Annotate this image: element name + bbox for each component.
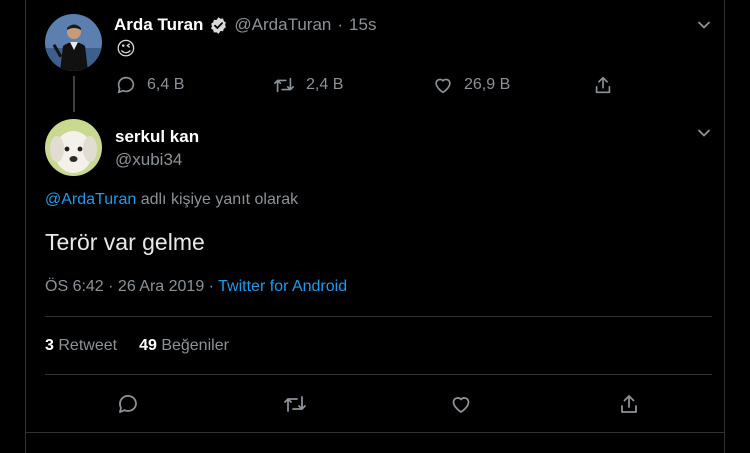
header-separator: ·	[337, 15, 344, 34]
like-stat[interactable]: 49 Beğeniler	[139, 337, 229, 355]
divider	[45, 374, 712, 375]
reply-count: 6,4 B	[147, 76, 185, 93]
divider	[45, 316, 712, 317]
retweet-icon	[272, 74, 296, 96]
timeline-column	[25, 0, 725, 453]
like-action[interactable]: 26,9 B	[432, 74, 510, 96]
share-icon	[617, 392, 641, 416]
verified-badge-icon	[209, 16, 228, 35]
retweet-action-button[interactable]	[282, 392, 308, 416]
replying-to-label: adlı kişiye yanıt olarak	[140, 191, 299, 208]
author-handle[interactable]: @ArdaTuran	[234, 15, 331, 35]
reply-author-name[interactable]: serkul kan	[115, 127, 199, 147]
share-action-button[interactable]	[617, 392, 641, 416]
bottom-divider	[25, 432, 725, 433]
heart-icon	[432, 74, 454, 96]
reply-author-handle[interactable]: @xubi34	[115, 150, 182, 170]
retweet-icon	[282, 392, 308, 416]
like-count: 26,9 B	[464, 76, 511, 93]
retweet-action[interactable]: 2,4 B	[272, 74, 343, 96]
reply-more-options-chevron-down-icon[interactable]	[696, 125, 712, 141]
thread-connector-line	[73, 76, 75, 112]
tweet-text: 😉	[116, 39, 136, 60]
retweet-stat[interactable]: 3 Retweet	[45, 337, 117, 355]
tweet-time[interactable]: 15s	[349, 15, 376, 35]
replying-to-line: @ArdaTuran adlı kişiye yanıt olarak	[45, 191, 298, 209]
retweet-count: 2,4 B	[306, 76, 344, 93]
tweet-source-link[interactable]: Twitter for Android	[218, 278, 347, 295]
tweet-meta-line: ÖS 6:42 · 26 Ara 2019 · Twitter for Andr…	[45, 278, 347, 296]
tweet-timestamp[interactable]: ÖS 6:42 · 26 Ara 2019 ·	[45, 278, 218, 295]
heart-icon	[449, 392, 473, 416]
author-name[interactable]: Arda Turan	[114, 15, 203, 35]
avatar-serkul-kan[interactable]	[45, 119, 102, 176]
share-icon[interactable]	[592, 74, 614, 96]
reply-icon	[115, 74, 137, 96]
replying-to-handle-link[interactable]: @ArdaTuran	[45, 191, 136, 208]
tweet-header: Arda Turan @ArdaTuran · 15s	[114, 15, 376, 35]
like-action-button[interactable]	[449, 392, 473, 416]
reply-action-button[interactable]	[116, 392, 140, 416]
retweet-stat-label: Retweet	[58, 337, 118, 354]
avatar-arda-turan[interactable]	[45, 14, 102, 71]
like-stat-count: 49	[139, 337, 157, 354]
more-options-chevron-down-icon[interactable]	[696, 17, 712, 33]
reply-tweet-text: Terör var gelme	[45, 229, 205, 255]
retweet-stat-count: 3	[45, 337, 54, 354]
reply-icon	[116, 392, 140, 416]
reply-action[interactable]: 6,4 B	[115, 74, 184, 96]
like-stat-label: Beğeniler	[161, 337, 229, 354]
engagement-stats: 3 Retweet 49 Beğeniler	[45, 337, 229, 355]
